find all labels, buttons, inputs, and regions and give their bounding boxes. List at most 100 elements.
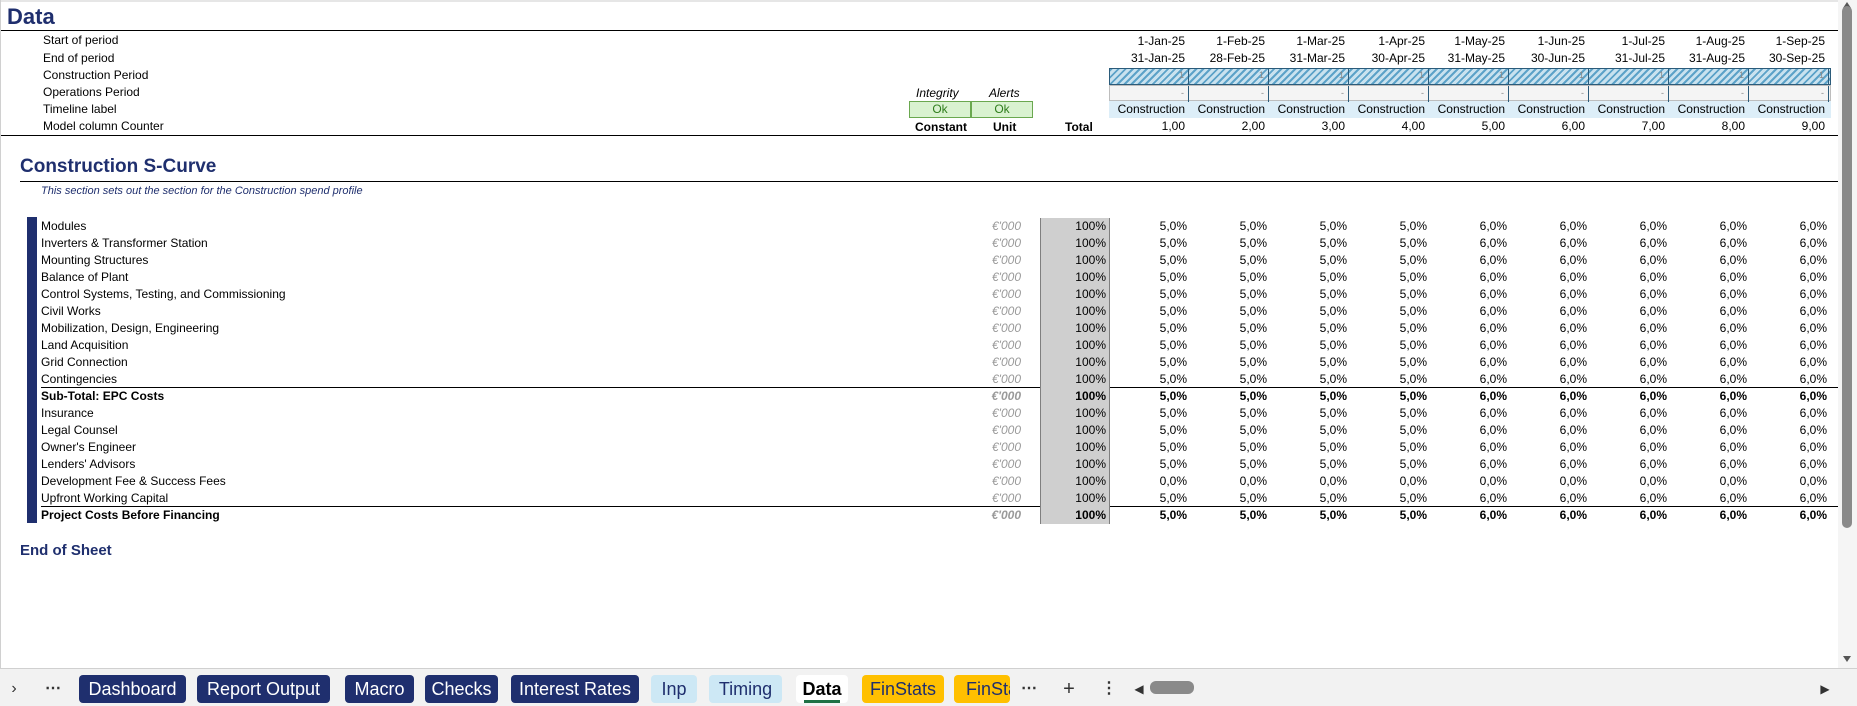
- timeline-label-cell: Construction: [1517, 102, 1585, 116]
- more-icon[interactable]: ⋯: [42, 675, 64, 703]
- options-icon[interactable]: ⋮: [1100, 675, 1118, 703]
- row-value-cell: 5,0%: [1159, 389, 1187, 403]
- row-value-cell: 6,0%: [1719, 508, 1747, 522]
- operations-flag: -: [1349, 86, 1429, 102]
- tab-finsta-partial[interactable]: FinSta: [954, 675, 1010, 703]
- tab-macro[interactable]: Macro: [345, 675, 414, 703]
- horizontal-scroll-thumb[interactable]: [1150, 681, 1194, 694]
- row-constant-input[interactable]: 100%: [1040, 473, 1110, 490]
- vertical-scroll-thumb[interactable]: [1842, 6, 1852, 528]
- tab-dashboard[interactable]: Dashboard: [79, 675, 186, 703]
- section-underline: [20, 181, 1838, 182]
- expand-icon[interactable]: ›: [6, 675, 22, 703]
- row-value-cell: 6,0%: [1479, 304, 1507, 318]
- row-constant-input[interactable]: 100%: [1040, 252, 1110, 269]
- add-sheet-icon[interactable]: +: [1058, 675, 1080, 703]
- row-value-cell: 0,0%: [1559, 474, 1587, 488]
- tab-interest-rates[interactable]: Interest Rates: [511, 675, 639, 703]
- operations-flag: -: [1749, 86, 1829, 102]
- spreadsheet-grid[interactable]: Data Start of period End of period Const…: [0, 0, 1838, 668]
- row-constant-input[interactable]: 100%: [1040, 388, 1110, 405]
- row-value-cell: 5,0%: [1319, 338, 1347, 352]
- row-constant-input[interactable]: 100%: [1040, 422, 1110, 439]
- row-constant-input[interactable]: 100%: [1040, 371, 1110, 388]
- row-value-cell: 6,0%: [1559, 355, 1587, 369]
- row-value-cell: 6,0%: [1559, 406, 1587, 420]
- row-constant-input[interactable]: 100%: [1040, 218, 1110, 235]
- row-constant-input[interactable]: 100%: [1040, 337, 1110, 354]
- row-value-cell: 6,0%: [1639, 491, 1667, 505]
- tab-checks[interactable]: Checks: [425, 675, 498, 703]
- row-constant-input[interactable]: 100%: [1040, 303, 1110, 320]
- column-counter-cell: 7,00: [1641, 119, 1665, 133]
- row-value-cell: 6,0%: [1799, 491, 1827, 505]
- row-constant-input[interactable]: 100%: [1040, 354, 1110, 371]
- operations-flag: -: [1429, 86, 1509, 102]
- integrity-label: Integrity: [916, 86, 959, 100]
- row-value-cell: 6,0%: [1799, 440, 1827, 454]
- row-value-cell: 6,0%: [1639, 321, 1667, 335]
- timeline-label-cell: Construction: [1277, 102, 1345, 116]
- row-label: Control Systems, Testing, and Commission…: [41, 287, 286, 301]
- row-value-cell: 5,0%: [1239, 389, 1267, 403]
- row-value-cell: 5,0%: [1399, 270, 1427, 284]
- row-value-cell: 6,0%: [1559, 389, 1587, 403]
- tab-timing[interactable]: Timing: [709, 675, 782, 703]
- operations-flag: -: [1589, 86, 1669, 102]
- tab-report-output[interactable]: Report Output: [197, 675, 330, 703]
- row-label: Balance of Plant: [41, 270, 129, 284]
- tab-inp[interactable]: Inp: [651, 675, 697, 703]
- row-constant-input[interactable]: 100%: [1040, 286, 1110, 303]
- period-end-date: 28-Feb-25: [1209, 51, 1265, 65]
- row-value-cell: 0,0%: [1639, 474, 1667, 488]
- row-value-cell: 6,0%: [1639, 372, 1667, 386]
- more-tabs-icon[interactable]: ⋯: [1018, 675, 1040, 703]
- period-end-date: 30-Jun-25: [1530, 51, 1585, 65]
- row-value-cell: 5,0%: [1399, 253, 1427, 267]
- period-start-date: 1-Aug-25: [1695, 34, 1745, 48]
- row-constant-input[interactable]: 100%: [1040, 269, 1110, 286]
- row-constant-input[interactable]: 100%: [1040, 235, 1110, 252]
- row-value-cell: 6,0%: [1479, 423, 1507, 437]
- row-value-cell: 5,0%: [1159, 338, 1187, 352]
- row-value-cell: 5,0%: [1319, 406, 1347, 420]
- timeline-label-start: Start of period: [43, 33, 119, 47]
- row-value-cell: 6,0%: [1719, 219, 1747, 233]
- row-constant-input[interactable]: 100%: [1040, 507, 1110, 524]
- column-counter-cell: 1,00: [1161, 119, 1185, 133]
- title-underline: [1, 30, 1838, 31]
- scroll-down-icon[interactable]: [1843, 656, 1851, 662]
- scroll-left-icon[interactable]: ◀: [1132, 675, 1146, 703]
- period-end-date: 31-Aug-25: [1688, 51, 1745, 65]
- row-value-cell: 5,0%: [1159, 423, 1187, 437]
- operations-flag: -: [1109, 86, 1189, 102]
- row-value-cell: 5,0%: [1319, 287, 1347, 301]
- row-value-cell: 5,0%: [1159, 253, 1187, 267]
- row-constant-input[interactable]: 100%: [1040, 490, 1110, 507]
- row-constant-input[interactable]: 100%: [1040, 405, 1110, 422]
- row-value-cell: 5,0%: [1319, 423, 1347, 437]
- scroll-right-icon[interactable]: ▶: [1818, 675, 1832, 703]
- row-constant-input[interactable]: 100%: [1040, 320, 1110, 337]
- timeline-label-cell: Construction: [1597, 102, 1665, 116]
- vertical-scrollbar[interactable]: [1838, 0, 1857, 668]
- row-value-cell: 6,0%: [1799, 253, 1827, 267]
- row-constant-input[interactable]: 100%: [1040, 456, 1110, 473]
- row-value-cell: 6,0%: [1559, 304, 1587, 318]
- row-value-cell: 6,0%: [1479, 270, 1507, 284]
- row-value-cell: 6,0%: [1479, 372, 1507, 386]
- tab-finstats[interactable]: FinStats: [862, 675, 944, 703]
- row-value-cell: 6,0%: [1719, 457, 1747, 471]
- row-value-cell: 6,0%: [1719, 491, 1747, 505]
- row-value-cell: 5,0%: [1319, 236, 1347, 250]
- timeline-label-cell: Construction: [1677, 102, 1745, 116]
- row-constant-input[interactable]: 100%: [1040, 439, 1110, 456]
- row-label: Civil Works: [41, 304, 101, 318]
- timeline-label-construction: Construction Period: [43, 68, 149, 82]
- period-end-date: 31-Jul-25: [1614, 51, 1665, 65]
- column-counter-cell: 4,00: [1401, 119, 1425, 133]
- row-value-cell: 6,0%: [1719, 270, 1747, 284]
- tab-data[interactable]: Data: [796, 675, 848, 703]
- row-value-cell: 0,0%: [1479, 474, 1507, 488]
- timeline-label-cell: Construction: [1197, 102, 1265, 116]
